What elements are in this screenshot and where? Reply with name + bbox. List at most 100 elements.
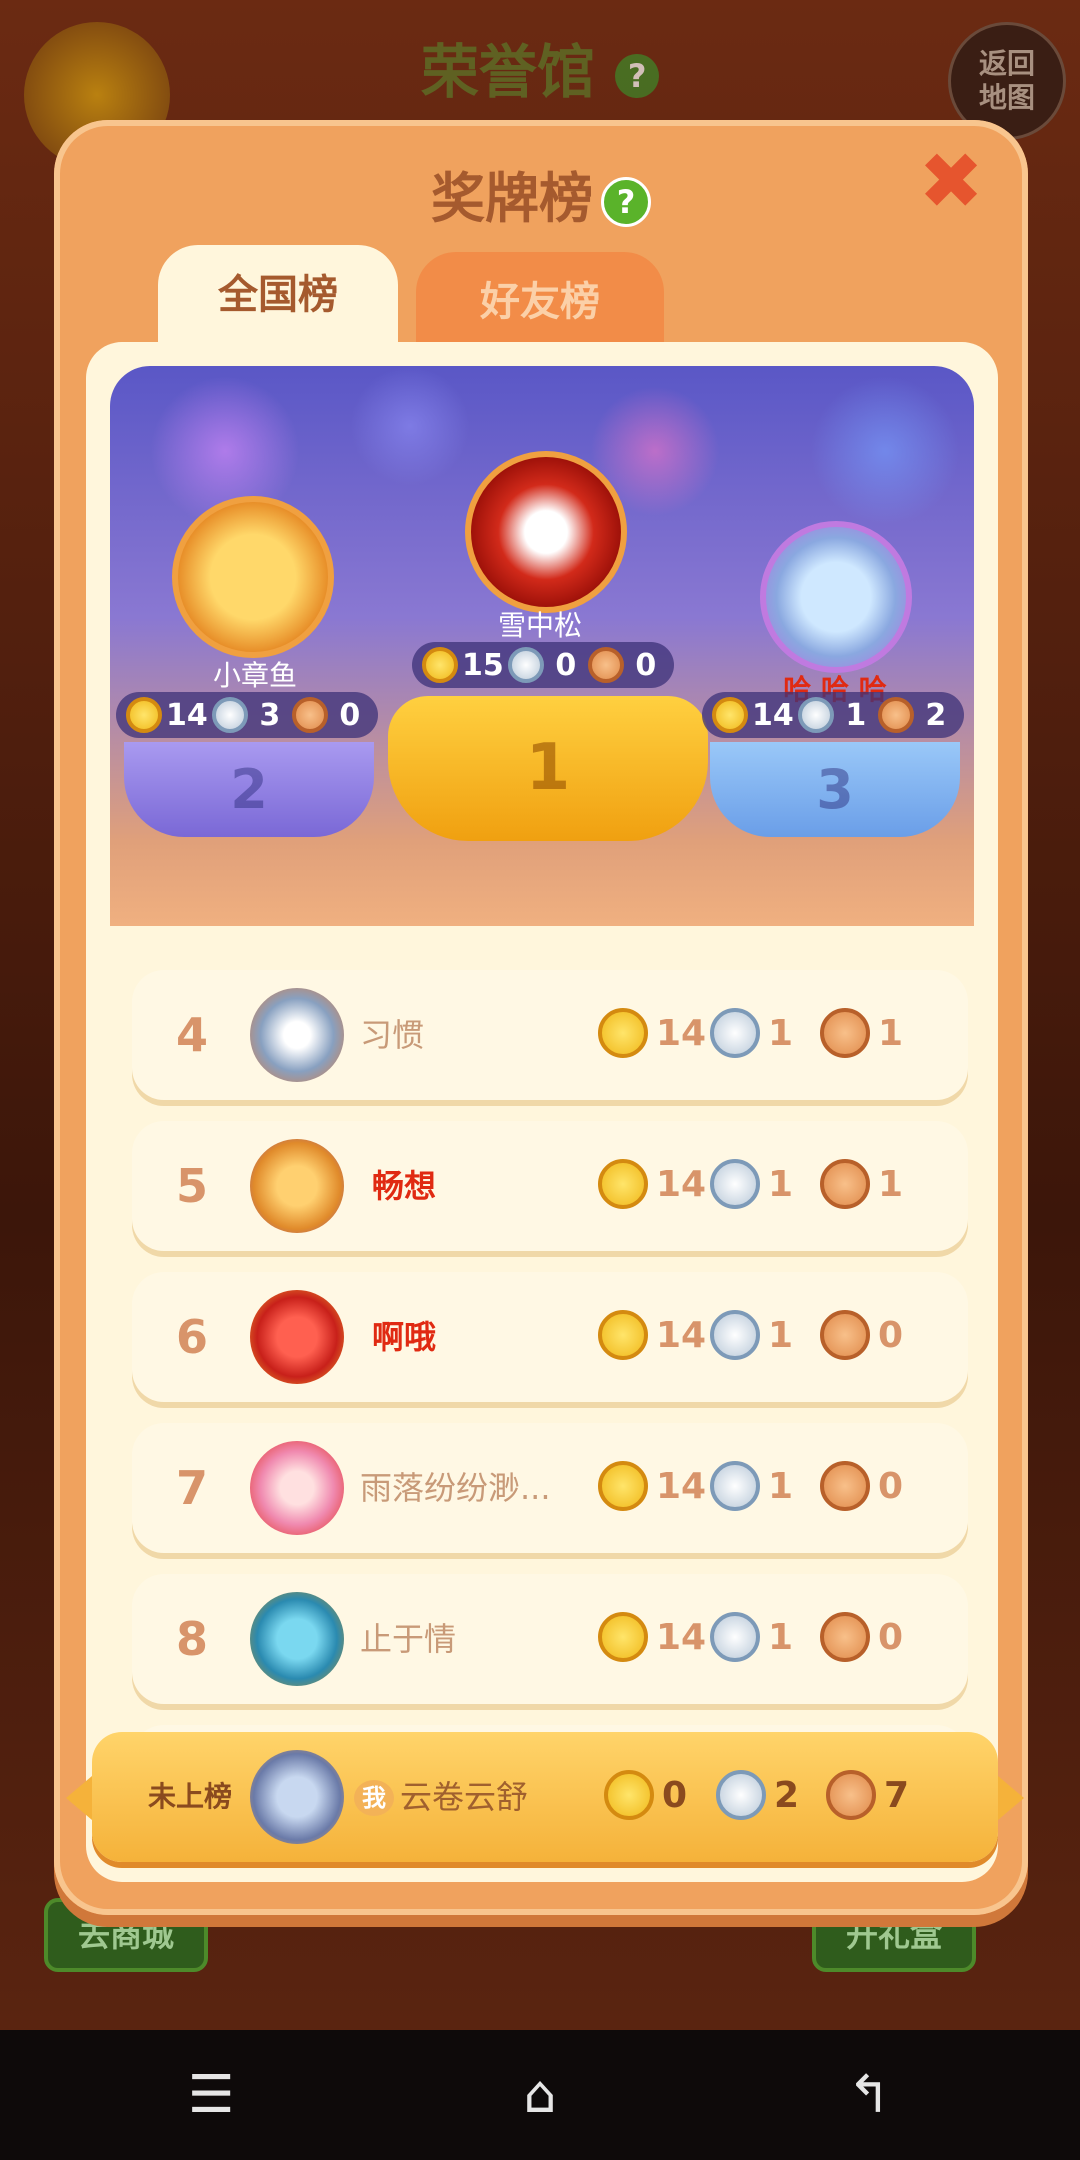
gold-count: 14: [656, 1012, 707, 1054]
gold-medal-icon: [712, 697, 748, 733]
avatar[interactable]: [250, 1441, 344, 1535]
silver-medal-icon: [716, 1770, 766, 1820]
gold-medal-icon: [598, 1461, 648, 1511]
gold-medal-icon: [598, 1159, 648, 1209]
silver-medal-icon: [710, 1008, 760, 1058]
table-row[interactable]: 6 啊哦 14 1 0: [132, 1272, 968, 1402]
help-icon[interactable]: ?: [601, 177, 651, 228]
back-icon[interactable]: ↰: [824, 2060, 914, 2130]
close-icon[interactable]: ✖: [918, 143, 984, 221]
bronze-medal-icon: [877, 697, 914, 733]
rank-number: 7: [175, 1461, 208, 1515]
gold-count: 15: [462, 647, 504, 683]
table-row[interactable]: 8 止于情 14 1 0: [132, 1574, 968, 1704]
my-rank-bar[interactable]: 未上榜 我 云卷云舒 0 2 7: [66, 1732, 1024, 1862]
silver-medal-icon: [211, 697, 248, 733]
bronze-count: 1: [878, 1012, 904, 1054]
bronze-count: 7: [884, 1774, 910, 1816]
gold-count: 14: [656, 1465, 707, 1507]
silver-count: 2: [774, 1774, 800, 1816]
menu-icon[interactable]: ☰: [166, 2060, 256, 2130]
silver-medal-icon: [710, 1310, 760, 1360]
gold-count: 14: [656, 1314, 707, 1356]
silver-count-group: 1: [710, 1461, 793, 1511]
bronze-medal-icon: [820, 1310, 870, 1360]
pedestal-first: 1: [388, 696, 708, 841]
silver-count: 1: [768, 1314, 794, 1356]
silver-medal-icon: [507, 647, 544, 683]
pedestal-third: 3: [710, 742, 960, 837]
silver-count: 1: [768, 1616, 794, 1658]
rank-number: 5: [175, 1159, 208, 1213]
gold-medal-icon: [422, 647, 458, 683]
player-name: 啊哦: [372, 1318, 437, 1356]
silver-count: 1: [845, 697, 867, 733]
tab-friends[interactable]: 好友榜: [416, 252, 664, 352]
avatar[interactable]: [250, 1290, 344, 1384]
gold-count: 14: [656, 1616, 707, 1658]
avatar[interactable]: [465, 451, 627, 613]
gold-medal-icon: [604, 1770, 654, 1820]
bronze-count-group: 1: [820, 1008, 903, 1058]
bronze-medal-icon: [820, 1612, 870, 1662]
avatar[interactable]: [760, 521, 912, 673]
table-row[interactable]: 5 畅想 14 1 1: [132, 1121, 968, 1251]
avatar[interactable]: [172, 496, 334, 658]
my-gold: 0: [604, 1770, 687, 1820]
leaderboard-panel: 小章鱼 14 3 0 2 雪中松 15 0 0 1 哈 哈 哈 14 1 2 3…: [86, 342, 998, 1882]
silver-count-group: 1: [710, 1612, 793, 1662]
avatar[interactable]: [250, 1592, 344, 1686]
gold-count-group: 14: [598, 1008, 706, 1058]
gold-medal-icon: [598, 1310, 648, 1360]
system-navigation-bar: ☰ ⌂ ↰: [0, 2030, 1080, 2160]
podium-area: 小章鱼 14 3 0 2 雪中松 15 0 0 1 哈 哈 哈 14 1 2 3: [110, 366, 974, 926]
return-map-label: 返回地图: [978, 47, 1035, 114]
silver-count: 3: [259, 697, 281, 733]
avatar[interactable]: [250, 1750, 344, 1844]
rank-number: 4: [175, 1008, 208, 1062]
silver-medal-icon: [710, 1612, 760, 1662]
my-name: 云卷云舒: [400, 1778, 529, 1816]
bronze-count-group: 0: [820, 1461, 903, 1511]
silver-count-group: 1: [710, 1159, 793, 1209]
gold-count: 14: [656, 1163, 707, 1205]
hall-title-text: 荣誉馆: [420, 38, 595, 106]
gold-count-group: 14: [598, 1461, 706, 1511]
firework-decoration: [810, 376, 960, 526]
bronze-medal-icon: [826, 1770, 876, 1820]
home-icon[interactable]: ⌂: [495, 2060, 585, 2130]
gold-count: 0: [662, 1774, 688, 1816]
silver-count: 1: [768, 1465, 794, 1507]
firework-decoration: [350, 366, 470, 486]
bronze-medal-icon: [587, 647, 624, 683]
bronze-medal-icon: [820, 1159, 870, 1209]
player-name: 止于情: [360, 1620, 457, 1658]
silver-count: 1: [768, 1163, 794, 1205]
silver-medal-icon: [797, 697, 834, 733]
bronze-count-group: 0: [820, 1612, 903, 1662]
podium-medals: 15 0 0: [412, 642, 674, 688]
silver-count: 1: [768, 1012, 794, 1054]
my-bronze: 7: [826, 1770, 909, 1820]
avatar[interactable]: [250, 988, 344, 1082]
silver-count-group: 1: [710, 1310, 793, 1360]
bronze-count-group: 0: [820, 1310, 903, 1360]
gold-count-group: 14: [598, 1612, 706, 1662]
table-row[interactable]: 7 雨落纷纷渺... 14 1 0: [132, 1423, 968, 1553]
podium-medals: 14 1 2: [702, 692, 964, 738]
my-silver: 2: [716, 1770, 799, 1820]
player-name: 习惯: [360, 1016, 425, 1054]
hall-of-honor-title: 荣誉馆 ?: [0, 25, 1080, 109]
bronze-count: 0: [635, 647, 657, 683]
tab-national[interactable]: 全国榜: [158, 245, 398, 345]
gold-medal-icon: [126, 697, 162, 733]
silver-medal-icon: [710, 1461, 760, 1511]
bronze-count: 0: [339, 697, 361, 733]
bronze-count-group: 1: [820, 1159, 903, 1209]
podium-name: 小章鱼: [212, 659, 297, 692]
avatar[interactable]: [250, 1139, 344, 1233]
modal-title-text: 奖牌榜: [431, 167, 593, 230]
pedestal-second: 2: [124, 742, 374, 837]
table-row[interactable]: 4 习惯 14 1 1: [132, 970, 968, 1100]
silver-count: 0: [555, 647, 577, 683]
